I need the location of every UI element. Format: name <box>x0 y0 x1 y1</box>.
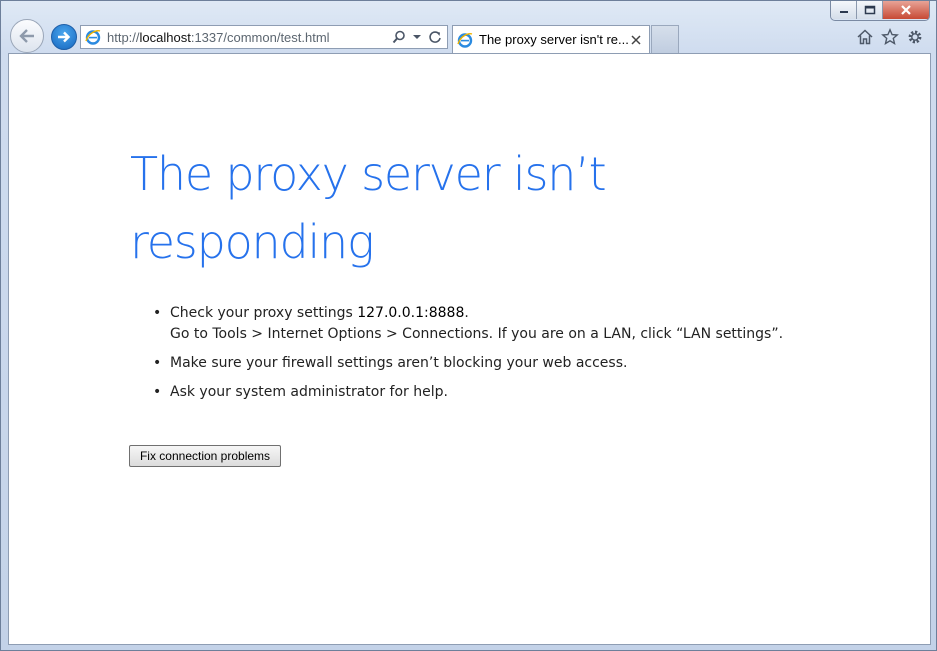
minimize-button[interactable] <box>831 1 857 19</box>
browser-window: http://localhost:1337/common/test.html T… <box>0 0 937 651</box>
search-icon <box>392 30 405 44</box>
firewall-text: Make sure your firewall settings aren’t … <box>170 355 628 371</box>
search-button[interactable] <box>391 28 407 46</box>
refresh-icon <box>429 31 441 43</box>
minimize-icon <box>839 11 848 13</box>
back-arrow-icon <box>19 29 34 43</box>
proxy-settings-text: Check your proxy settings <box>170 305 358 321</box>
url-host: localhost <box>139 29 191 45</box>
address-url[interactable]: http://localhost:1337/common/test.html <box>107 30 391 45</box>
gear-icon <box>908 30 922 44</box>
favorites-button[interactable] <box>881 28 899 46</box>
restore-button[interactable] <box>857 1 883 19</box>
close-icon <box>901 5 911 15</box>
star-icon <box>881 28 899 45</box>
home-button[interactable] <box>856 28 874 46</box>
page-content: The proxy server isn’t responding • Chec… <box>8 53 931 645</box>
bullet-dot: • <box>153 355 162 371</box>
home-icon <box>857 29 873 45</box>
command-icons <box>856 28 924 46</box>
back-button[interactable] <box>10 19 44 53</box>
list-item: • Ask your system administrator for help… <box>153 382 783 403</box>
new-tab-button[interactable] <box>651 25 679 53</box>
ie-logo-icon <box>84 28 102 46</box>
list-item: • Make sure your firewall settings aren’… <box>153 353 783 374</box>
fix-connection-button[interactable]: Fix connection problems <box>129 445 281 467</box>
dropdown-arrow-icon <box>413 35 421 39</box>
forward-arrow-icon <box>58 31 71 43</box>
proxy-address: 127.0.0.1:8888 <box>357 305 465 321</box>
close-icon <box>631 34 641 45</box>
tab-title: The proxy server isn't re... <box>479 32 628 47</box>
close-window-button[interactable] <box>883 1 929 19</box>
tab-active[interactable]: The proxy server isn't re... <box>452 25 650 53</box>
ie-logo-icon <box>456 31 474 49</box>
proxy-settings-suffix: . <box>464 305 469 321</box>
url-scheme: http:// <box>107 29 140 45</box>
address-tools <box>391 28 443 46</box>
page-title: The proxy server isn’t responding <box>130 147 607 269</box>
window-caption-buttons <box>830 1 930 21</box>
close-tab-button[interactable] <box>628 32 644 48</box>
forward-button[interactable] <box>51 24 77 50</box>
troubleshooting-list: • Check your proxy settings 127.0.0.1:88… <box>153 303 783 411</box>
bullet-dot: • <box>153 305 162 321</box>
address-dropdown-button[interactable] <box>409 28 425 46</box>
restore-icon <box>864 5 875 15</box>
tools-button[interactable] <box>906 28 924 46</box>
url-path: :1337/common/test.html <box>190 29 330 45</box>
refresh-button[interactable] <box>427 28 443 46</box>
address-bar[interactable]: http://localhost:1337/common/test.html <box>80 25 448 49</box>
bullet-dot: • <box>153 384 162 400</box>
list-item: • Check your proxy settings 127.0.0.1:88… <box>153 303 783 345</box>
admin-help-text: Ask your system administrator for help. <box>170 384 448 400</box>
proxy-settings-instructions: Go to Tools > Internet Options > Connect… <box>170 326 784 342</box>
